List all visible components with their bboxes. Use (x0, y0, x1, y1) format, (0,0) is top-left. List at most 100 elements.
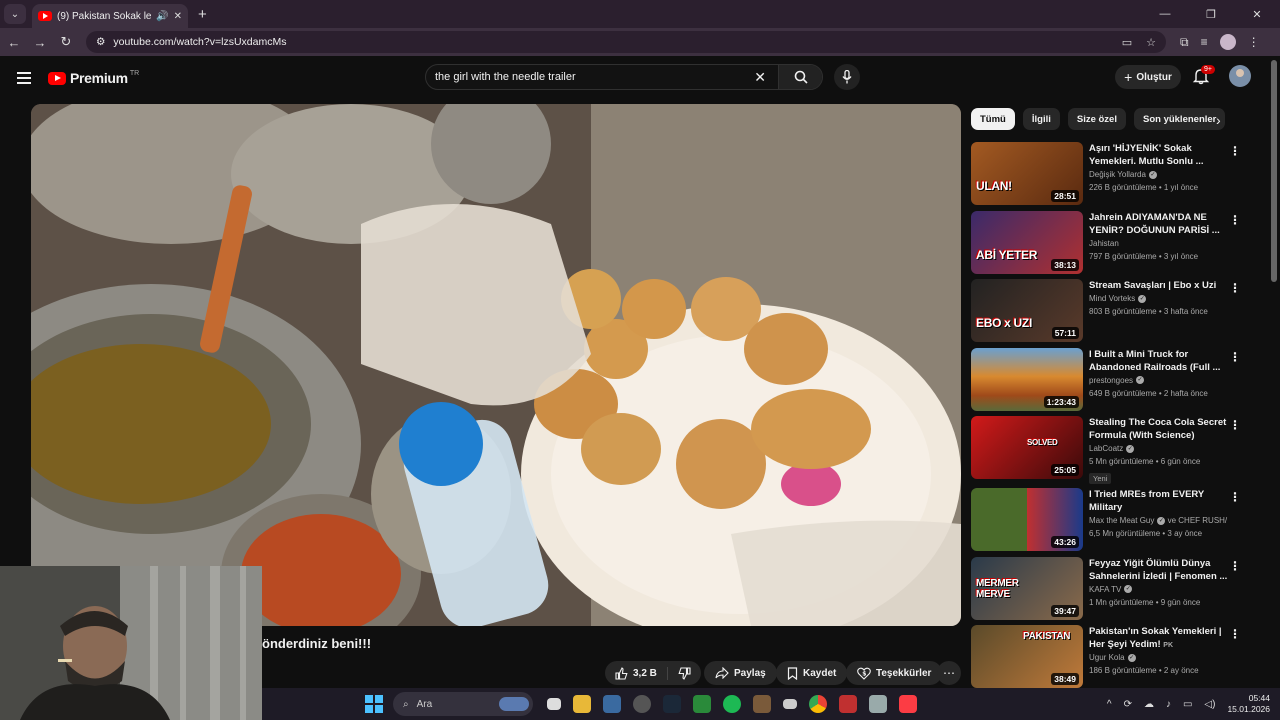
close-tab-icon[interactable]: ✕ (174, 11, 182, 22)
create-button[interactable]: + Oluştur (1115, 65, 1181, 89)
profile-avatar[interactable] (1219, 34, 1236, 50)
hamburger-icon[interactable] (17, 72, 31, 84)
reload-button[interactable]: ↻ (54, 34, 78, 50)
omnibox[interactable]: ⚙ youtube.com/watch?v=lzsUxdamcMs ▭ ☆ (86, 31, 1166, 53)
voice-search-button[interactable] (834, 64, 860, 90)
channel-name[interactable]: KAFA TV (1089, 585, 1121, 594)
search-input[interactable]: the girl with the needle trailer (435, 71, 754, 83)
tab-search-button[interactable]: ⌄ (4, 4, 26, 24)
recommendation-item[interactable]: ULAN! 28:51 Aşırı 'HİJYENİK' Sokak Yemek… (971, 142, 1246, 211)
browser-menu-icon[interactable]: ⋮ (1248, 35, 1260, 49)
chrome-icon[interactable] (809, 695, 827, 713)
recommendation-item[interactable]: 43:26 I Tried MREs from EVERY Military M… (971, 488, 1246, 557)
channel-name[interactable]: Değişik Yollarda (1089, 170, 1146, 179)
video-thumbnail[interactable]: SOLVED 25:05 (971, 416, 1083, 479)
channel-name[interactable]: Mind Vorteks (1089, 294, 1135, 303)
more-options-icon[interactable]: ⋮ (1229, 627, 1241, 641)
chevron-right-icon[interactable]: › (1216, 112, 1221, 128)
task-view-icon[interactable] (547, 698, 561, 710)
mic-tray-icon[interactable]: ♪ (1166, 699, 1171, 710)
more-options-icon[interactable]: ⋮ (1229, 418, 1241, 432)
sync-icon[interactable]: ⟳ (1124, 699, 1132, 710)
recommendation-item[interactable]: SOLVED 25:05 Stealing The Coca Cola Secr… (971, 416, 1246, 488)
video-thumbnail[interactable]: ULAN! 28:51 (971, 142, 1083, 205)
chip-for-you[interactable]: Size özel (1067, 108, 1126, 130)
close-window-button[interactable]: ✕ (1234, 8, 1280, 21)
app-icon[interactable] (839, 695, 857, 713)
minimize-button[interactable]: — (1142, 8, 1188, 21)
recommendation-title[interactable]: Pakistan'ın Sokak Yemekleri | Her Şeyi Y… (1089, 625, 1229, 651)
spotify-icon[interactable] (723, 695, 741, 713)
video-thumbnail[interactable]: ABİ YETER 38:13 (971, 210, 1083, 274)
taskbar-search[interactable]: ⌕ Ara (393, 692, 533, 716)
calculator-icon[interactable] (869, 695, 887, 713)
chevron-up-icon[interactable]: ^ (1107, 699, 1112, 710)
recommendation-item[interactable]: EBO x UZI 57:11 Stream Savaşları | Ebo x… (971, 279, 1246, 348)
share-button[interactable]: Paylaş (704, 661, 777, 685)
video-thumbnail[interactable]: EBO x UZI 57:11 (971, 279, 1083, 342)
game-icon[interactable] (753, 695, 771, 713)
steam-icon[interactable] (663, 695, 681, 713)
more-options-icon[interactable]: ⋮ (1229, 350, 1241, 364)
window-icon[interactable] (783, 699, 797, 709)
back-button[interactable]: ← (2, 35, 26, 50)
windows-start-icon[interactable] (365, 695, 383, 713)
extensions-icon[interactable]: ⧉ (1180, 35, 1189, 50)
youtube-premium-logo[interactable]: Premium TR (48, 70, 139, 86)
recommendation-title[interactable]: I Built a Mini Truck for Abandoned Railr… (1089, 348, 1229, 374)
video-thumbnail[interactable]: PAKISTAN 38:49 (971, 625, 1083, 688)
steam-overlay-icon[interactable] (633, 695, 651, 713)
recommendation-item[interactable]: ABİ YETER 38:13 Jahrein ADIYAMAN'DA NE Y… (971, 210, 1246, 280)
network-icon[interactable]: ▭ (1183, 699, 1192, 710)
music-icon[interactable] (899, 695, 917, 713)
chip-all[interactable]: Tümü (971, 108, 1015, 130)
app-window-icon[interactable] (603, 695, 621, 713)
maximize-button[interactable]: ❐ (1188, 8, 1234, 21)
channel-name[interactable]: Max the Meat Guy (1089, 516, 1154, 525)
more-options-icon[interactable]: ⋮ (1229, 490, 1241, 504)
recommendation-item[interactable]: 1:23:43 I Built a Mini Truck for Abandon… (971, 347, 1246, 417)
volume-icon[interactable]: ◁) (1204, 699, 1215, 710)
speaker-icon[interactable]: 🔊 (156, 11, 168, 22)
recommendation-title[interactable]: Feyyaz Yiğit Ölümlü Dünya Sahnelerini İz… (1089, 557, 1229, 583)
recommendation-item[interactable]: MERMER MERVE 39:47 Feyyaz Yiğit Ölümlü D… (971, 556, 1246, 626)
account-avatar[interactable] (1229, 65, 1251, 87)
channel-name[interactable]: LabCoatz (1089, 444, 1123, 453)
recommendation-title[interactable]: Stealing The Coca Cola Secret Formula (W… (1089, 416, 1229, 442)
video-player[interactable] (31, 104, 961, 626)
recommendation-item[interactable]: PAKISTAN 38:49 Pakistan'ın Sokak Yemekle… (971, 625, 1246, 694)
thanks-button[interactable]: $ Teşekkürler (846, 661, 943, 685)
media-control-icon[interactable]: ≡ (1201, 35, 1208, 49)
chip-related[interactable]: İlgili (1022, 108, 1060, 130)
save-button[interactable]: Kaydet (776, 661, 848, 685)
more-options-icon[interactable]: ⋮ (1229, 213, 1241, 227)
cast-icon[interactable]: ▭ (1122, 36, 1132, 49)
video-thumbnail[interactable]: MERMER MERVE 39:47 (971, 556, 1083, 620)
video-thumbnail[interactable]: 1:23:43 (971, 347, 1083, 411)
cloud-icon[interactable]: ☁ (1144, 699, 1154, 710)
video-thumbnail[interactable]: 43:26 (971, 488, 1083, 551)
file-explorer-icon[interactable] (573, 695, 591, 713)
more-actions-button[interactable]: ⋯ (937, 661, 961, 685)
dislike-button[interactable] (668, 666, 701, 680)
more-options-icon[interactable]: ⋮ (1229, 281, 1241, 295)
like-button[interactable]: 3,2 B (605, 666, 668, 680)
recommendation-title[interactable]: Jahrein ADIYAMAN'DA NE YENİR? DOĞUNUN PA… (1089, 211, 1229, 237)
bookmark-star-icon[interactable]: ☆ (1146, 36, 1156, 49)
chip-recent[interactable]: Son yüklenenler (1133, 108, 1226, 130)
recommendation-title[interactable]: Aşırı 'HİJYENİK' Sokak Yemekleri. Mutlu … (1089, 142, 1229, 168)
search-box[interactable]: the girl with the needle trailer ✕ (425, 64, 823, 90)
xbox-icon[interactable] (693, 695, 711, 713)
more-options-icon[interactable]: ⋮ (1229, 144, 1241, 158)
recommendation-title[interactable]: I Tried MREs from EVERY Military (1089, 488, 1229, 514)
channel-name[interactable]: Jahistan (1089, 239, 1119, 248)
clear-search-icon[interactable]: ✕ (754, 69, 766, 86)
channel-name[interactable]: prestongoes (1089, 376, 1133, 385)
search-button[interactable] (778, 65, 822, 89)
clock[interactable]: 05:44 15.01.2026 (1227, 693, 1270, 715)
channel-name[interactable]: Ugur Kola (1089, 653, 1125, 662)
page-scrollbar[interactable] (1271, 60, 1277, 282)
recommendation-title[interactable]: Stream Savaşları | Ebo x Uzi (1089, 279, 1229, 292)
forward-button[interactable]: → (28, 35, 52, 50)
more-options-icon[interactable]: ⋮ (1229, 559, 1241, 573)
